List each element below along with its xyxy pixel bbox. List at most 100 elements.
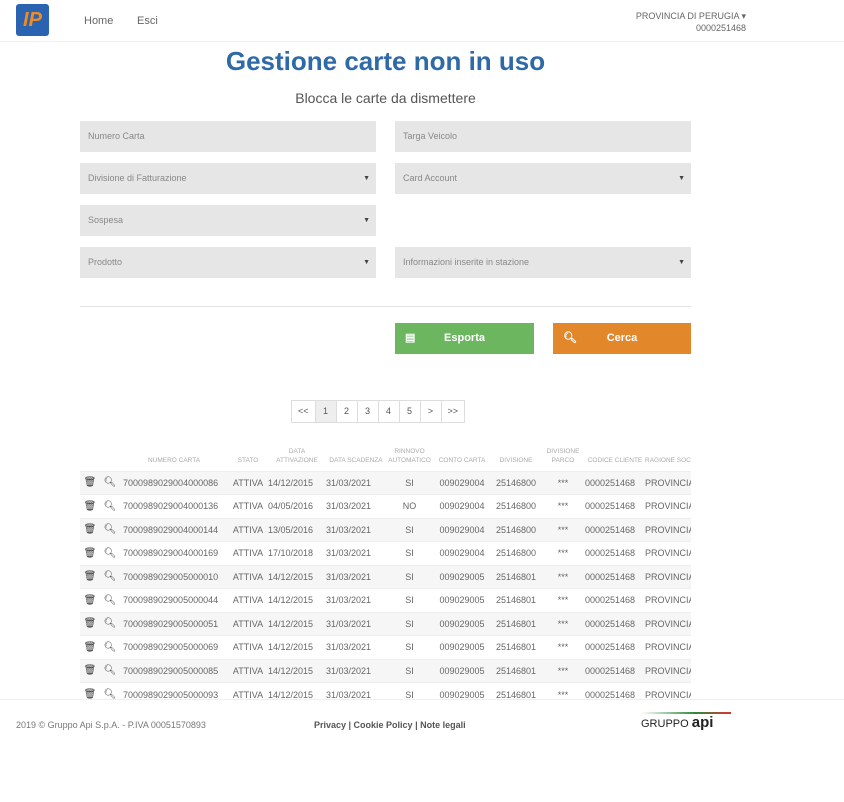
table-cell: 14/12/2015 <box>268 682 326 699</box>
table-cell: 7000989029005000044 <box>120 588 228 612</box>
column-header: CODICE CLIENTE <box>587 456 643 464</box>
table-cell: SI <box>386 588 433 612</box>
table-cell: ATTIVA <box>228 611 268 636</box>
table-cell: 31/03/2021 <box>326 470 386 495</box>
search-icon[interactable]: 🔍︎ <box>100 470 120 495</box>
table-cell: ATTIVA <box>228 517 268 542</box>
page-button[interactable]: 4 <box>377 400 400 423</box>
footer-links[interactable]: Privacy | Cookie Policy | Note legali <box>314 720 466 730</box>
divisione-label: Divisione di Fatturazione <box>88 173 187 183</box>
trash-icon[interactable]: 🗑︎ <box>80 541 100 565</box>
user-menu[interactable]: PROVINCIA DI PERUGIA ▾ 0000251468 <box>636 10 746 34</box>
table-cell: 25146800 <box>491 517 541 542</box>
table-cell: 31/03/2021 <box>326 682 386 699</box>
page-button[interactable]: 5 <box>398 400 421 423</box>
search-icon[interactable]: 🔍︎ <box>100 517 120 542</box>
info-label: Informazioni inserite in stazione <box>403 257 530 267</box>
table-cell: 7000989029004000086 <box>120 470 228 495</box>
gruppo-api-logo: GRUPPO api <box>641 712 731 731</box>
prodotto-select[interactable]: Prodotto ▼ <box>80 247 376 278</box>
table-cell: 7000989029005000085 <box>120 658 228 683</box>
page-button[interactable]: << <box>291 400 316 423</box>
cards-table: NUMERO CARTA STATO DATA ATTIVAZIONE DATA SC… <box>80 442 691 699</box>
page-button[interactable]: 3 <box>356 400 379 423</box>
table-cell: 009029004 <box>433 541 491 565</box>
info-select[interactable]: Informazioni inserite in stazione ▼ <box>395 247 691 278</box>
table-cell: 31/03/2021 <box>326 588 386 612</box>
trash-icon[interactable]: 🗑︎ <box>80 517 100 542</box>
trash-icon[interactable]: 🗑︎ <box>80 470 100 495</box>
table-row: 🗑︎ 🔍︎ 7000989029005000093 ATTIVA 14/12/2015 3… <box>80 682 691 699</box>
export-button[interactable]: ▤ Esporta <box>395 323 534 354</box>
trash-icon[interactable]: 🗑︎ <box>80 635 100 659</box>
targa-input[interactable]: Targa Veicolo <box>395 121 691 152</box>
table-cell: 7000989029004000136 <box>120 494 228 518</box>
table-cell: 31/03/2021 <box>326 494 386 518</box>
table-cell: 009029005 <box>433 588 491 612</box>
trash-icon[interactable]: 🗑︎ <box>80 682 100 699</box>
search-icon[interactable]: 🔍︎ <box>100 658 120 683</box>
divisione-select[interactable]: Divisione di Fatturazione ▼ <box>80 163 376 194</box>
table-row: 🗑︎ 🔍︎ 7000989029005000085 ATTIVA 14/12/2015 3… <box>80 658 691 683</box>
page-button[interactable]: 1 <box>314 400 337 423</box>
card-account-select[interactable]: Card Account ▼ <box>395 163 691 194</box>
nav-esci[interactable]: Esci <box>137 15 158 27</box>
table-cell: ATTIVA <box>228 470 268 495</box>
table-cell: SI <box>386 470 433 495</box>
trash-icon[interactable]: 🗑︎ <box>80 588 100 612</box>
trash-icon[interactable]: 🗑︎ <box>80 611 100 636</box>
table-cell: PROVINCIA <box>645 658 691 683</box>
table-cell: SI <box>386 658 433 683</box>
table-cell: 14/12/2015 <box>268 564 326 589</box>
table-cell: 25146801 <box>491 588 541 612</box>
table-cell: ATTIVA <box>228 494 268 518</box>
search-icon[interactable]: 🔍︎ <box>100 588 120 612</box>
sospesa-label: Sospesa <box>88 215 124 225</box>
table-cell: ATTIVA <box>228 682 268 699</box>
search-icon[interactable]: 🔍︎ <box>100 494 120 518</box>
column-header: DATA SCADENZA <box>329 456 383 464</box>
card-account-label: Card Account <box>403 173 458 183</box>
footer-divider <box>0 699 844 700</box>
table-cell: ATTIVA <box>228 564 268 589</box>
search-button[interactable]: 🔍︎ Cerca <box>553 323 691 354</box>
table-cell: 0000251468 <box>585 470 645 495</box>
search-icon[interactable]: 🔍︎ <box>100 682 120 699</box>
table-cell: 31/03/2021 <box>326 635 386 659</box>
table-cell: SI <box>386 541 433 565</box>
table-row: 🗑︎ 🔍︎ 7000989029004000144 ATTIVA 13/05/2016 3… <box>80 517 691 542</box>
ip-logo[interactable]: IP <box>16 4 49 36</box>
table-cell: 13/05/2016 <box>268 517 326 542</box>
page-button[interactable]: > <box>419 400 442 423</box>
sospesa-select[interactable]: Sospesa ▼ <box>80 205 376 236</box>
table-cell: 009029004 <box>433 494 491 518</box>
search-label: Cerca <box>606 332 638 344</box>
search-icon[interactable]: 🔍︎ <box>100 611 120 636</box>
table-cell: 0000251468 <box>585 658 645 683</box>
numero-carta-input[interactable]: Numero Carta <box>80 121 376 152</box>
table-cell: PROVINCIA <box>645 611 691 636</box>
page-button[interactable]: 2 <box>335 400 358 423</box>
table-cell: 25146801 <box>491 564 541 589</box>
table-cell: ATTIVA <box>228 635 268 659</box>
table-cell: *** <box>541 611 585 636</box>
trash-icon[interactable]: 🗑︎ <box>80 564 100 589</box>
trash-icon[interactable]: 🗑︎ <box>80 494 100 518</box>
caret-down-icon: ▼ <box>678 259 685 266</box>
table-row: 🗑︎ 🔍︎ 7000989029004000169 ATTIVA 17/10/2018 3… <box>80 541 691 565</box>
table-cell: 0000251468 <box>585 517 645 542</box>
table-cell: 14/12/2015 <box>268 611 326 636</box>
table-cell: ATTIVA <box>228 588 268 612</box>
column-header: CONTO CARTA <box>438 456 486 464</box>
table-row: 🗑︎ 🔍︎ 7000989029005000044 ATTIVA 14/12/2015 3… <box>80 588 691 612</box>
search-icon[interactable]: 🔍︎ <box>100 635 120 659</box>
search-icon[interactable]: 🔍︎ <box>100 541 120 565</box>
nav-home[interactable]: Home <box>84 15 113 27</box>
page-button[interactable]: >> <box>440 400 466 423</box>
search-icon[interactable]: 🔍︎ <box>100 564 120 589</box>
table-cell: 25146801 <box>491 682 541 699</box>
user-code: 0000251468 <box>695 23 746 33</box>
trash-icon[interactable]: 🗑︎ <box>80 658 100 683</box>
caret-down-icon: ▼ <box>363 259 370 266</box>
table-cell: 0000251468 <box>585 564 645 589</box>
